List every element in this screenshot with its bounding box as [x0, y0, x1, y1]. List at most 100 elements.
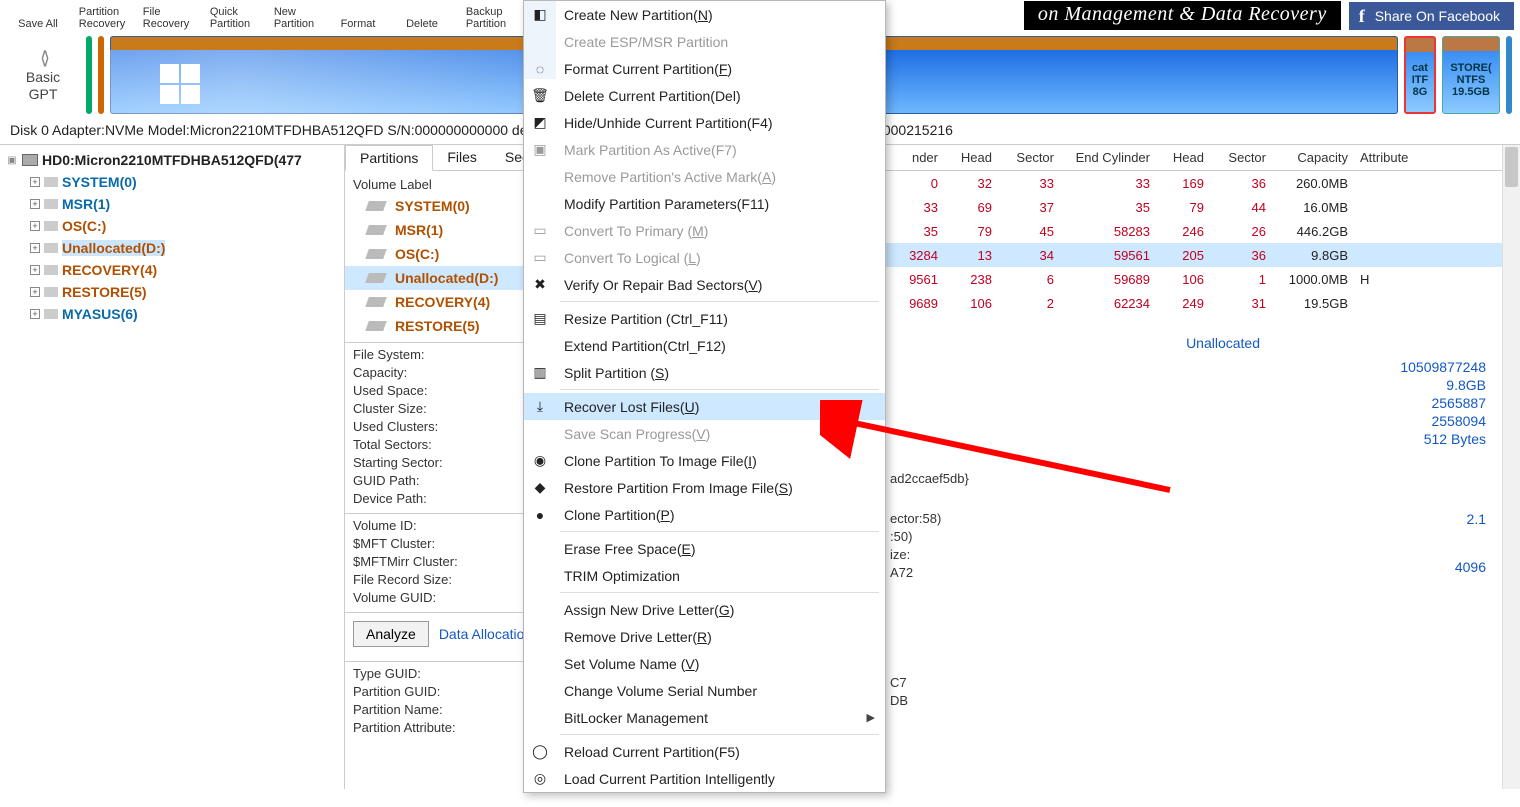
format-button[interactable]: Format [326, 18, 390, 30]
tree-item[interactable]: +OS(C:) [2, 215, 342, 237]
hdd-icon [22, 154, 38, 166]
table-row[interactable]: 96891062622342493119.5GB [886, 291, 1520, 315]
frag-50: :50) [890, 529, 912, 544]
file-recovery-button[interactable]: File Recovery [134, 6, 198, 30]
menu-icon: ▤ [530, 309, 550, 329]
menu-icon: ◆ [530, 478, 550, 498]
menu-item[interactable]: ◌Format Current Partition(F) [524, 55, 885, 82]
menu-item[interactable]: Erase Free Space(E) [524, 535, 885, 562]
menu-item[interactable]: Set Volume Name (V) [524, 650, 885, 677]
menu-item[interactable]: Change Volume Serial Number [524, 677, 885, 704]
partition-grid-panel: nderHeadSectorEnd CylinderHeadSectorCapa… [885, 145, 1520, 789]
frag-ector: ector:58) [890, 511, 941, 526]
menu-icon: ▥ [530, 363, 550, 383]
unallocated-label: Unallocated [1186, 335, 1260, 351]
menu-item: ▭Convert To Primary (M) [524, 217, 885, 244]
menu-icon: 🗑 [530, 86, 550, 106]
frag-db: DB [890, 693, 908, 708]
menu-icon: ● [530, 505, 550, 525]
strip-seg-restore[interactable]: STORE(NTFS19.5GB [1442, 36, 1500, 114]
grid-header: nderHeadSectorEnd CylinderHeadSectorCapa… [886, 145, 1520, 171]
frag-size: ize: [890, 547, 910, 562]
menu-item[interactable]: ◎Load Current Partition Intelligently [524, 765, 885, 792]
partition-grid: nderHeadSectorEnd CylinderHeadSectorCapa… [886, 145, 1520, 315]
table-row[interactable]: 33693735794416.0MB [886, 195, 1520, 219]
menu-icon: ◩ [530, 113, 550, 133]
menu-item[interactable]: ◯Reload Current Partition(F5) [524, 738, 885, 765]
menu-item: ▣Mark Partition As Active(F7) [524, 136, 885, 163]
menu-icon: ◧ [530, 5, 550, 25]
table-row[interactable]: 3284133459561205369.8GB [886, 243, 1520, 267]
tree-item[interactable]: +SYSTEM(0) [2, 171, 342, 193]
quick-partition-button[interactable]: Quick Partition [198, 6, 262, 30]
new-partition-button[interactable]: New Partition [262, 6, 326, 30]
menu-item: Create ESP/MSR Partition [524, 28, 885, 55]
val-4096: 4096 [1455, 559, 1486, 575]
submenu-arrow-icon: ▶ [867, 711, 875, 724]
tree-item[interactable]: +MSR(1) [2, 193, 342, 215]
menu-icon: ▭ [530, 221, 550, 241]
table-row[interactable]: 032333316936260.0MB [886, 171, 1520, 195]
menu-item[interactable]: ▥Split Partition (S) [524, 359, 885, 386]
guid-frag-1: ad2ccaef5db} [890, 471, 969, 486]
partition-recovery-button[interactable]: Partition Recovery [70, 6, 134, 30]
menu-icon: ▣ [530, 140, 550, 160]
tree-item[interactable]: +MYASUS(6) [2, 303, 342, 325]
tree-item[interactable]: +RECOVERY(4) [2, 259, 342, 281]
right-values: 105098772489.8GB25658872558094512 Bytes [1400, 359, 1486, 449]
analyze-button[interactable]: Analyze [353, 621, 429, 647]
menu-item[interactable]: ⤓Recover Lost Files(U) [524, 393, 885, 420]
menu-item[interactable]: TRIM Optimization [524, 562, 885, 589]
menu-item[interactable]: ✖Verify Or Repair Bad Sectors(V) [524, 271, 885, 298]
table-row[interactable]: 3579455828324626446.2GB [886, 219, 1520, 243]
frag-a72: A72 [890, 565, 913, 580]
tree-item[interactable]: +RESTORE(5) [2, 281, 342, 303]
share-facebook-button[interactable]: fShare On Facebook [1349, 2, 1514, 30]
menu-item[interactable]: ◉Clone Partition To Image File(I) [524, 447, 885, 474]
strip-seg-unallocated[interactable]: catITF8G [1404, 36, 1436, 114]
nav-arrows-icon: ⟨⟩ [40, 48, 46, 69]
tree-root[interactable]: ▣ HD0:Micron2210MTFDHBA512QFD(477 [2, 149, 342, 171]
menu-icon: ✖ [530, 275, 550, 295]
menu-item: Save Scan Progress(V) [524, 420, 885, 447]
menu-item[interactable]: Assign New Drive Letter(G) [524, 596, 885, 623]
tab-files[interactable]: Files [433, 145, 491, 170]
menu-item[interactable]: Remove Drive Letter(R) [524, 623, 885, 650]
menu-icon: ⤓ [530, 397, 550, 417]
strip-seg-tail[interactable] [1506, 36, 1512, 114]
menu-item[interactable]: ●Clone Partition(P) [524, 501, 885, 528]
menu-item: Remove Partition's Active Mark(A) [524, 163, 885, 190]
backup-partition-button[interactable]: Backup Partition [454, 6, 518, 30]
menu-icon: ▭ [530, 248, 550, 268]
data-allocation-link[interactable]: Data Allocation [439, 626, 532, 642]
menu-item[interactable]: ▤Resize Partition (Ctrl_F11) [524, 305, 885, 332]
menu-item[interactable]: ◩Hide/Unhide Current Partition(F4) [524, 109, 885, 136]
menu-icon: ◌ [530, 59, 550, 79]
strip-seg-system[interactable] [86, 36, 92, 114]
frag-c7: C7 [890, 675, 907, 690]
windows-logo-icon [160, 64, 204, 108]
tree-item[interactable]: +Unallocated(D:) [2, 237, 342, 259]
strip-seg-msr[interactable] [98, 36, 104, 114]
disk-tree: ▣ HD0:Micron2210MTFDHBA512QFD(477 +SYSTE… [0, 145, 345, 789]
menu-item[interactable]: 🗑Delete Current Partition(Del) [524, 82, 885, 109]
disk-nav[interactable]: ⟨⟩ Basic GPT [8, 48, 78, 103]
val-2-1: 2.1 [1467, 511, 1486, 527]
menu-item[interactable]: ◧Create New Partition(N) [524, 1, 885, 28]
menu-item[interactable]: Modify Partition Parameters(F11) [524, 190, 885, 217]
app-banner: on Management & Data Recovery [1024, 1, 1341, 30]
tab-partitions[interactable]: Partitions [345, 145, 433, 171]
right-scrollbar[interactable] [1502, 145, 1520, 789]
menu-icon: ◯ [530, 742, 550, 762]
menu-item[interactable]: ◆Restore Partition From Image File(S) [524, 474, 885, 501]
delete-button[interactable]: Delete [390, 18, 454, 30]
menu-item[interactable]: BitLocker Management▶ [524, 704, 885, 731]
table-row[interactable]: 956123865968910611000.0MBH [886, 267, 1520, 291]
menu-icon: ◎ [530, 769, 550, 789]
menu-icon: ◉ [530, 451, 550, 471]
menu-item: ▭Convert To Logical (L) [524, 244, 885, 271]
menu-item[interactable]: Extend Partition(Ctrl_F12) [524, 332, 885, 359]
save-all-button[interactable]: Save All [6, 18, 70, 30]
facebook-icon: f [1359, 9, 1365, 23]
scrollbar-thumb[interactable] [1505, 147, 1518, 187]
